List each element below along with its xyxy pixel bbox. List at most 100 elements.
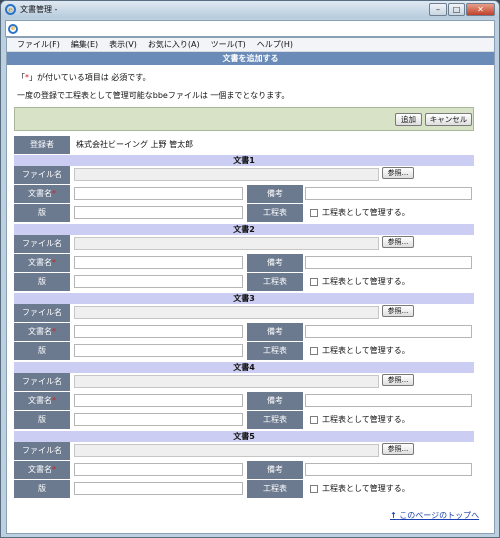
- required-mark: *: [52, 327, 56, 336]
- version-row: 版 工程表 工程表として管理する。: [14, 411, 474, 429]
- version-label: 版: [14, 273, 70, 291]
- document-block-3: 文書3 ファイル名 参照... 文書名* 備考 版 工程表 工程表として管理する…: [14, 293, 474, 361]
- browse-button[interactable]: 参照...: [382, 305, 414, 317]
- registrant-label: 登録者: [14, 136, 70, 154]
- document-header: 文書4: [14, 362, 474, 373]
- page-icon: e: [8, 23, 18, 34]
- file-row: ファイル名 参照...: [14, 304, 474, 322]
- required-mark: *: [52, 396, 56, 405]
- version-input[interactable]: [74, 482, 243, 495]
- file-row: ファイル名 参照...: [14, 373, 474, 391]
- manage-checkbox[interactable]: [310, 209, 318, 217]
- address-bar[interactable]: e: [5, 20, 495, 37]
- name-row: 文書名* 備考: [14, 254, 474, 272]
- document-header: 文書3: [14, 293, 474, 304]
- required-note: 「*」が付いている項目は 必須です。: [17, 73, 151, 82]
- browser-window: e 文書管理 - – □ ✕ e ファイル(F) 編集(E) 表示(V) お気に…: [0, 0, 500, 538]
- file-label: ファイル名: [14, 166, 70, 184]
- version-label: 版: [14, 204, 70, 222]
- name-input[interactable]: [74, 463, 243, 476]
- note-label: 備考: [247, 323, 303, 341]
- menu-view[interactable]: 表示(V): [109, 39, 137, 50]
- version-input[interactable]: [74, 275, 243, 288]
- note-input[interactable]: [305, 394, 472, 407]
- name-row: 文書名* 備考: [14, 461, 474, 479]
- browse-button[interactable]: 参照...: [382, 374, 414, 386]
- manage-checkbox[interactable]: [310, 416, 318, 424]
- schedule-label: 工程表: [247, 411, 303, 429]
- minimize-button[interactable]: –: [429, 3, 447, 16]
- required-mark: *: [52, 189, 56, 198]
- menu-help[interactable]: ヘルプ(H): [257, 39, 293, 50]
- file-input[interactable]: [74, 306, 379, 319]
- manage-checkbox-label: 工程表として管理する。: [322, 346, 410, 355]
- name-input[interactable]: [74, 394, 243, 407]
- name-row: 文書名* 備考: [14, 392, 474, 410]
- file-label: ファイル名: [14, 304, 70, 322]
- file-input[interactable]: [74, 375, 379, 388]
- manage-checkbox[interactable]: [310, 485, 318, 493]
- browse-button[interactable]: 参照...: [382, 167, 414, 179]
- version-row: 版 工程表 工程表として管理する。: [14, 480, 474, 498]
- close-button[interactable]: ✕: [466, 3, 495, 16]
- document-block-1: 文書1 ファイル名 参照... 文書名* 備考 版 工程表 工程表として管理する…: [14, 155, 474, 223]
- title-bar: e 文書管理 - – □ ✕: [1, 1, 499, 18]
- version-label: 版: [14, 480, 70, 498]
- page-content: ファイル(F) 編集(E) 表示(V) お気に入り(A) ツール(T) ヘルプ(…: [6, 37, 495, 534]
- file-input[interactable]: [74, 444, 379, 457]
- note-input[interactable]: [305, 463, 472, 476]
- file-row: ファイル名 参照...: [14, 442, 474, 460]
- action-toolbar: 追加 キャンセル: [14, 107, 474, 131]
- schedule-label: 工程表: [247, 204, 303, 222]
- document-header: 文書1: [14, 155, 474, 166]
- registrant-row: 登録者 株式会社ビーイング 上野 管太郎: [14, 136, 474, 154]
- manage-checkbox-label: 工程表として管理する。: [322, 484, 410, 493]
- manage-checkbox-label: 工程表として管理する。: [322, 208, 410, 217]
- cancel-button[interactable]: キャンセル: [425, 113, 472, 126]
- menu-tools[interactable]: ツール(T): [211, 39, 246, 50]
- name-label: 文書名*: [14, 461, 70, 479]
- name-label: 文書名*: [14, 185, 70, 203]
- document-header: 文書5: [14, 431, 474, 442]
- page-top-link[interactable]: ↑ このページのトップへ: [390, 510, 479, 521]
- menu-favorites[interactable]: お気に入り(A): [148, 39, 200, 50]
- file-input[interactable]: [74, 168, 379, 181]
- schedule-label: 工程表: [247, 480, 303, 498]
- file-label: ファイル名: [14, 235, 70, 253]
- name-input[interactable]: [74, 187, 243, 200]
- name-input[interactable]: [74, 256, 243, 269]
- limit-note: 一度の登録で工程表として管理可能なbbeファイルは 一個までとなります。: [17, 91, 290, 100]
- version-input[interactable]: [74, 206, 243, 219]
- file-row: ファイル名 参照...: [14, 235, 474, 253]
- file-input[interactable]: [74, 237, 379, 250]
- version-row: 版 工程表 工程表として管理する。: [14, 273, 474, 291]
- menu-file[interactable]: ファイル(F): [17, 39, 60, 50]
- manage-checkbox[interactable]: [310, 278, 318, 286]
- version-label: 版: [14, 342, 70, 360]
- version-row: 版 工程表 工程表として管理する。: [14, 204, 474, 222]
- browse-button[interactable]: 参照...: [382, 236, 414, 248]
- note-input[interactable]: [305, 256, 472, 269]
- note-label: 備考: [247, 392, 303, 410]
- browse-button[interactable]: 参照...: [382, 443, 414, 455]
- version-input[interactable]: [74, 344, 243, 357]
- note-label: 備考: [247, 185, 303, 203]
- document-block-5: 文書5 ファイル名 参照... 文書名* 備考 版 工程表 工程表として管理する…: [14, 431, 474, 499]
- document-header: 文書2: [14, 224, 474, 235]
- menu-bar: ファイル(F) 編集(E) 表示(V) お気に入り(A) ツール(T) ヘルプ(…: [7, 38, 494, 52]
- note-label: 備考: [247, 254, 303, 272]
- manage-checkbox-label: 工程表として管理する。: [322, 277, 410, 286]
- page-banner: 文書を追加する: [7, 52, 494, 65]
- menu-edit[interactable]: 編集(E): [71, 39, 98, 50]
- add-button[interactable]: 追加: [395, 113, 422, 126]
- required-mark: *: [52, 258, 56, 267]
- ie-icon: e: [5, 4, 16, 15]
- name-input[interactable]: [74, 325, 243, 338]
- note-input[interactable]: [305, 187, 472, 200]
- manage-checkbox-label: 工程表として管理する。: [322, 415, 410, 424]
- maximize-button[interactable]: □: [448, 3, 465, 16]
- version-input[interactable]: [74, 413, 243, 426]
- manage-checkbox[interactable]: [310, 347, 318, 355]
- note-input[interactable]: [305, 325, 472, 338]
- file-row: ファイル名 参照...: [14, 166, 474, 184]
